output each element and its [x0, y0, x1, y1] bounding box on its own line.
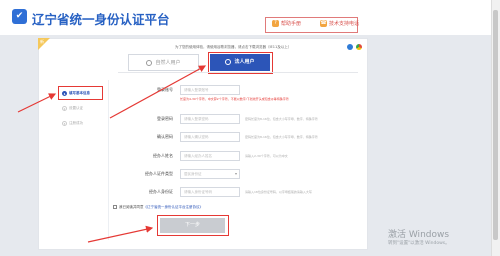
- arrow-to-next: [87, 225, 154, 243]
- arrow-to-step: [17, 93, 57, 113]
- windows-activation-title: 激活 Windows: [388, 230, 450, 240]
- annotation-arrows: [17, 65, 207, 243]
- scrollbar-thumb[interactable]: [493, 10, 498, 240]
- windows-activation-subtitle: 转到"设置"以激活 Windows。: [388, 241, 450, 246]
- arrow-to-legal-tab: [109, 65, 207, 119]
